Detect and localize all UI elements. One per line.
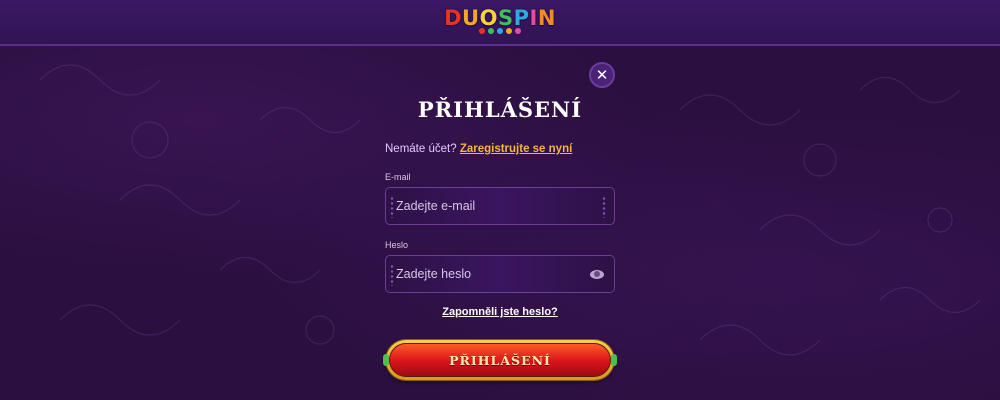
close-icon: ✕	[595, 67, 609, 84]
password-field[interactable]	[396, 267, 590, 281]
logo-decoration	[478, 28, 521, 34]
login-button-face: PŘIHLÁŠENÍ	[389, 343, 611, 377]
eye-icon[interactable]	[590, 269, 604, 279]
password-label: Heslo	[385, 240, 409, 250]
field-decoration	[390, 196, 394, 218]
button-decoration	[383, 354, 389, 366]
button-decoration	[611, 354, 617, 366]
email-label: E-mail	[385, 172, 411, 182]
register-link[interactable]: Zaregistrujte se nyní	[460, 143, 572, 155]
email-field-box	[385, 187, 615, 225]
login-button[interactable]: PŘIHLÁŠENÍ	[383, 340, 617, 380]
login-page: DUOSPIN ✕ PŘIHLÁŠENÍ Nemáte účet? Zaregi…	[0, 0, 1000, 400]
email-field[interactable]	[396, 199, 604, 213]
duospin-logo[interactable]: DUOSPIN	[444, 6, 556, 34]
logo-text: DUOSPIN	[444, 6, 556, 30]
register-prompt: Nemáte účet? Zaregistrujte se nyní	[385, 143, 572, 155]
forgot-password-link[interactable]: Zapomněli jste heslo?	[385, 306, 615, 318]
register-prompt-text: Nemáte účet?	[385, 143, 457, 155]
top-header: DUOSPIN	[0, 0, 1000, 46]
modal-title: PŘIHLÁŠENÍ	[417, 97, 583, 122]
login-button-label: PŘIHLÁŠENÍ	[449, 352, 551, 368]
field-decoration	[602, 196, 606, 218]
close-button[interactable]: ✕	[589, 62, 615, 88]
password-field-box	[385, 255, 615, 293]
field-decoration	[390, 264, 394, 286]
